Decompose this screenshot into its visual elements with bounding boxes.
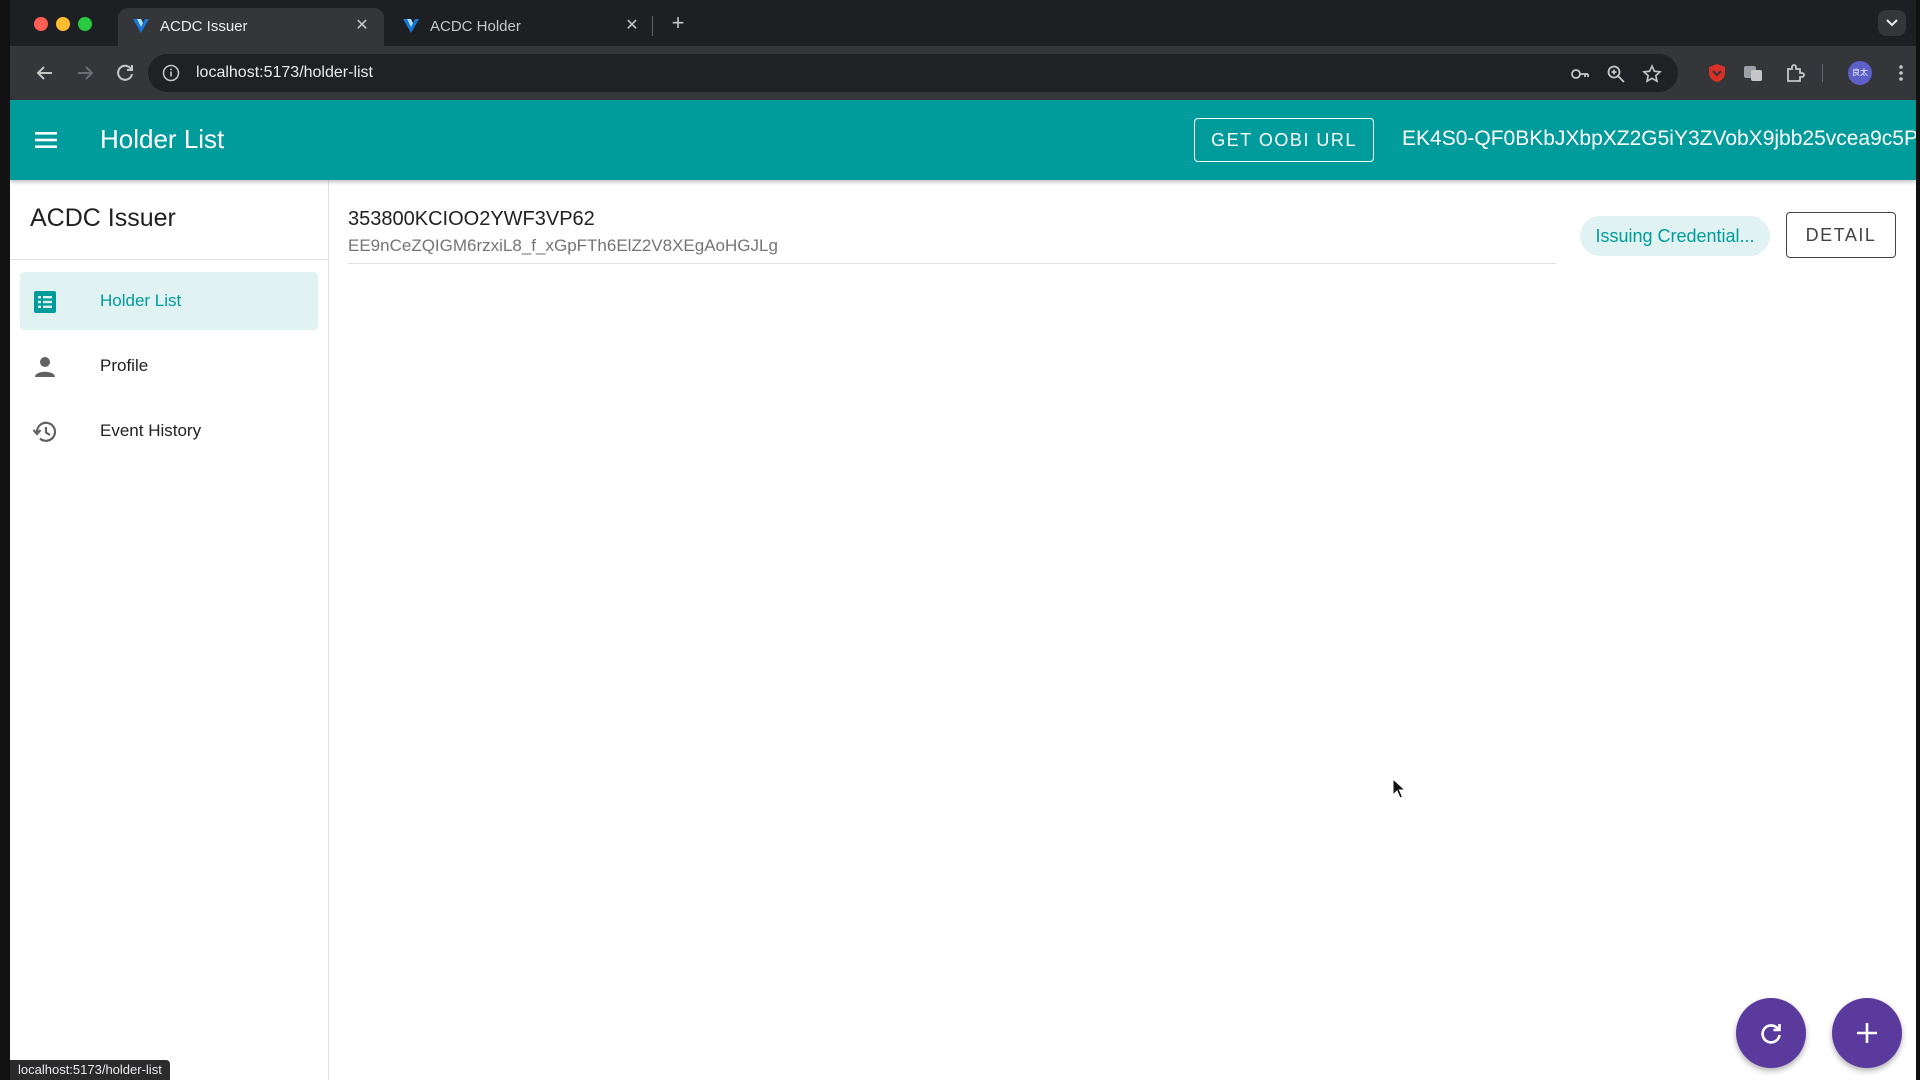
puzzle-extensions-icon[interactable] (1784, 62, 1806, 84)
sidebar-item-profile[interactable]: Profile (20, 337, 318, 395)
zoom-icon[interactable] (1606, 64, 1626, 84)
navigation-drawer: ACDC Issuer Holder List Profile Event Hi… (10, 180, 329, 1080)
bookmark-star-icon[interactable] (1642, 64, 1662, 84)
holder-name: 353800KCIOO2YWF3VP62 (348, 208, 595, 230)
list-divider (348, 263, 1556, 264)
hamburger-menu-icon[interactable] (32, 126, 60, 154)
screen-frame: ACDC Issuer ✕ ACDC Holder ✕ + localhost:… (0, 0, 1920, 1080)
plus-icon (1857, 1023, 1877, 1043)
sidebar-item-label: Holder List (100, 291, 182, 310)
sidebar-item-label: Event History (100, 421, 202, 440)
minimize-window-button[interactable] (56, 17, 70, 31)
refresh-icon (1761, 1024, 1781, 1044)
key-icon[interactable] (1570, 64, 1590, 84)
maximize-window-button[interactable] (78, 17, 92, 31)
close-tab-icon[interactable]: ✕ (352, 16, 372, 36)
address-bar[interactable]: localhost:5173/holder-list (148, 54, 1678, 92)
list-icon (34, 291, 56, 313)
status-badge: Issuing Credential... (1580, 216, 1770, 256)
tab-search-button[interactable] (1878, 10, 1906, 36)
issuer-aid: EK4S0-QF0BKbJXbpXZ2G5iY3ZVobX9jbb25vcea9… (1402, 127, 1916, 150)
chevron-down-icon (1886, 19, 1898, 27)
history-icon (32, 421, 57, 442)
kebab-menu-icon[interactable] (1890, 62, 1912, 84)
toolbar-divider (1822, 64, 1823, 82)
person-icon (35, 357, 55, 377)
sidebar-item-holder-list[interactable]: Holder List (20, 272, 318, 330)
site-info-icon[interactable] (162, 64, 180, 82)
app-bar: Holder List GET OOBI URL EK4S0-QF0BKbJXb… (10, 100, 1916, 180)
tab-acdc-issuer[interactable]: ACDC Issuer ✕ (118, 8, 384, 46)
sidebar-item-label: Profile (100, 356, 149, 375)
mouse-cursor-icon (1392, 778, 1406, 799)
tab-title: ACDC Holder (430, 18, 521, 35)
reload-icon[interactable] (112, 60, 138, 86)
close-window-button[interactable] (34, 17, 48, 31)
browser-window: ACDC Issuer ✕ ACDC Holder ✕ + localhost:… (10, 0, 1916, 1080)
vuetify-logo-icon (133, 19, 149, 33)
detail-button[interactable]: DETAIL (1786, 212, 1896, 258)
sidebar-item-event-history[interactable]: Event History (20, 402, 318, 460)
page-title: Holder List (100, 124, 225, 154)
back-arrow-icon[interactable] (32, 60, 58, 86)
new-tab-icon[interactable]: + (665, 10, 691, 36)
get-oobi-url-button[interactable]: GET OOBI URL (1194, 118, 1374, 162)
tab-strip: ACDC Issuer ✕ ACDC Holder ✕ + (10, 0, 1916, 46)
link-status-bubble: localhost:5173/holder-list (10, 1060, 170, 1080)
shield-extension-icon[interactable] (1706, 62, 1728, 84)
translate-extension-icon[interactable] (1742, 62, 1764, 84)
drawer-title: ACDC Issuer (30, 204, 176, 232)
profile-avatar[interactable]: 良太 (1848, 61, 1872, 85)
drawer-divider (10, 259, 328, 260)
browser-toolbar: localhost:5173/holder-list 良太 (10, 46, 1916, 100)
url-text: localhost:5173/holder-list (196, 64, 373, 81)
close-tab-icon[interactable]: ✕ (622, 16, 642, 36)
forward-arrow-icon[interactable] (72, 60, 98, 86)
holder-list-item[interactable]: 353800KCIOO2YWF3VP62 EE9nCeZQIGM6rzxiL8_… (348, 196, 1896, 264)
tab-title: ACDC Issuer (160, 18, 248, 35)
refresh-button[interactable] (1736, 998, 1806, 1068)
vuetify-logo-icon (403, 19, 419, 33)
holder-aid: EE9nCeZQIGM6rzxiL8_f_xGpFTh6ElZ2V8XEgAoH… (348, 236, 778, 255)
add-holder-button[interactable] (1832, 998, 1902, 1068)
tab-separator (652, 16, 653, 36)
tab-acdc-holder[interactable]: ACDC Holder ✕ (388, 8, 654, 46)
